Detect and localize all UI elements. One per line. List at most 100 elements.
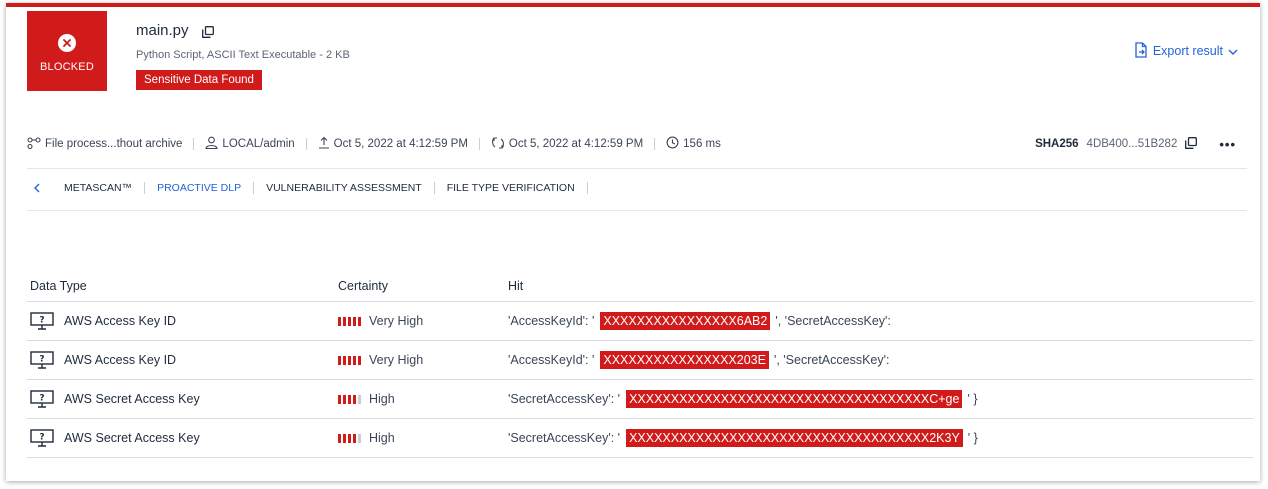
certainty-bar xyxy=(348,394,351,404)
refresh-icon xyxy=(491,136,505,153)
file-name: main.py xyxy=(136,22,189,39)
data-type-cell: ? AWS Secret Access Key xyxy=(27,429,338,447)
workflow-info[interactable]: File process...thout archive xyxy=(27,136,183,152)
divider xyxy=(586,182,588,194)
certainty-bar xyxy=(343,316,346,326)
upload-time: Oct 5, 2022 at 4:12:59 PM xyxy=(333,138,468,150)
hit-cell: 'SecretAccessKey': ' XXXXXXXXXXXXXXXXXXX… xyxy=(508,390,1253,408)
duration-info: 156 ms xyxy=(666,136,721,152)
certainty-label: Very High xyxy=(369,353,424,367)
certainty-label: Very High xyxy=(369,314,424,328)
monitor-question-icon: ? xyxy=(30,351,54,369)
certainty-bars xyxy=(338,433,361,443)
export-result-label: Export result xyxy=(1152,44,1223,58)
column-header-hit[interactable]: Hit xyxy=(508,279,1253,293)
process-time: Oct 5, 2022 at 4:12:59 PM xyxy=(508,138,644,150)
sha256-label: SHA256 xyxy=(1035,138,1079,150)
certainty-bar xyxy=(353,433,356,443)
table-row[interactable]: ? AWS Access Key ID Very High 'AccessKey… xyxy=(27,302,1253,341)
workflow-icon xyxy=(27,136,41,152)
column-header-certainty[interactable]: Certainty xyxy=(338,279,508,293)
certainty-bar xyxy=(338,394,341,404)
certainty-bar xyxy=(338,316,341,326)
process-time-info: Oct 5, 2022 at 4:12:59 PM xyxy=(491,136,643,153)
hit-value: XXXXXXXXXXXXXXXXXXXXXXXXXXXXXXXXXXXX2K3Y xyxy=(626,429,963,447)
tab-bar: METASCAN™ PROACTIVE DLP VULNERABILITY AS… xyxy=(27,178,588,198)
sha256-value: 4DB400...51B282 xyxy=(1086,138,1178,150)
scan-info-bar: File process...thout archive LOCAL/admin… xyxy=(27,133,1236,155)
user-icon xyxy=(205,136,219,152)
user-label: LOCAL/admin xyxy=(222,138,295,150)
certainty-bar xyxy=(348,316,351,326)
certainty-bar xyxy=(353,394,356,404)
monitor-question-icon: ? xyxy=(30,390,54,408)
data-type-label: AWS Secret Access Key xyxy=(64,431,200,445)
duration-label: 156 ms xyxy=(683,138,721,150)
tab-metascan[interactable]: METASCAN™ xyxy=(52,182,144,194)
certainty-bar xyxy=(343,394,346,404)
certainty-bar xyxy=(348,355,351,365)
hit-cell: 'AccessKeyId': ' XXXXXXXXXXXXXXXX203E ',… xyxy=(508,351,1253,369)
svg-text:?: ? xyxy=(39,355,44,365)
certainty-bars xyxy=(338,394,361,404)
more-options-button[interactable]: ••• xyxy=(1219,137,1236,152)
hit-suffix: ' } xyxy=(967,392,978,406)
divider xyxy=(193,138,195,150)
tab-proactive-dlp[interactable]: PROACTIVE DLP xyxy=(145,182,253,194)
chevron-left-icon[interactable] xyxy=(34,183,40,193)
table-row[interactable]: ? AWS Access Key ID Very High 'AccessKey… xyxy=(27,341,1253,380)
certainty-bar xyxy=(353,316,356,326)
certainty-bar xyxy=(358,433,361,443)
certainty-bar xyxy=(358,355,361,365)
blocked-status-tile: BLOCKED xyxy=(27,11,107,91)
certainty-bar xyxy=(348,433,351,443)
certainty-bar xyxy=(343,433,346,443)
file-description: Python Script, ASCII Text Executable - 2… xyxy=(136,49,350,61)
tab-vulnerability-assessment[interactable]: VULNERABILITY ASSESSMENT xyxy=(254,182,434,194)
divider xyxy=(478,138,480,150)
monitor-question-icon: ? xyxy=(30,312,54,330)
svg-text:?: ? xyxy=(39,433,44,443)
clock-icon xyxy=(666,136,679,152)
blocked-label: BLOCKED xyxy=(40,61,94,73)
copy-icon[interactable] xyxy=(202,25,214,43)
table-row[interactable]: ? AWS Secret Access Key High 'SecretAcce… xyxy=(27,419,1253,458)
sha256-block: SHA256 4DB400...51B282 ••• xyxy=(1035,137,1236,152)
divider xyxy=(654,138,656,150)
data-type-cell: ? AWS Secret Access Key xyxy=(27,390,338,408)
upload-icon xyxy=(318,136,330,152)
certainty-cell: Very High xyxy=(338,353,508,367)
tab-file-type-verification[interactable]: FILE TYPE VERIFICATION xyxy=(435,182,587,194)
user-info: LOCAL/admin xyxy=(205,136,295,152)
monitor-question-icon: ? xyxy=(30,429,54,447)
table-header: Data Type Certainty Hit xyxy=(27,270,1253,302)
data-type-cell: ? AWS Access Key ID xyxy=(27,312,338,330)
certainty-cell: High xyxy=(338,431,508,445)
table-row[interactable]: ? AWS Secret Access Key High 'SecretAcce… xyxy=(27,380,1253,419)
certainty-bar xyxy=(358,394,361,404)
data-type-label: AWS Access Key ID xyxy=(64,314,177,328)
data-type-cell: ? AWS Access Key ID xyxy=(27,351,338,369)
hit-cell: 'SecretAccessKey': ' XXXXXXXXXXXXXXXXXXX… xyxy=(508,429,1253,447)
hit-prefix: 'SecretAccessKey': ' xyxy=(508,431,621,445)
hit-prefix: 'AccessKeyId': ' xyxy=(508,353,595,367)
upload-time-info: Oct 5, 2022 at 4:12:59 PM xyxy=(318,136,468,152)
hit-cell: 'AccessKeyId': ' XXXXXXXXXXXXXXXX6AB2 ',… xyxy=(508,312,1253,330)
hit-suffix: ', 'SecretAccessKey': xyxy=(775,314,891,328)
certainty-cell: High xyxy=(338,392,508,406)
export-result-button[interactable]: Export result xyxy=(1134,41,1238,61)
certainty-bar xyxy=(338,433,341,443)
hit-suffix: ', 'SecretAccessKey': xyxy=(773,353,890,367)
scan-result-card: BLOCKED main.py Python Script, ASCII Tex… xyxy=(6,3,1260,481)
certainty-label: High xyxy=(369,431,395,445)
certainty-bar xyxy=(358,316,361,326)
hit-value: XXXXXXXXXXXXXXXX203E xyxy=(600,351,769,369)
export-file-icon xyxy=(1134,41,1148,61)
workflow-label: File process...thout archive xyxy=(45,138,183,150)
divider xyxy=(27,168,1247,169)
copy-icon[interactable] xyxy=(1185,136,1198,152)
column-header-data-type[interactable]: Data Type xyxy=(27,279,338,293)
certainty-bar xyxy=(343,355,346,365)
sensitive-data-badge: Sensitive Data Found xyxy=(136,70,262,90)
hit-prefix: 'SecretAccessKey': ' xyxy=(508,392,621,406)
